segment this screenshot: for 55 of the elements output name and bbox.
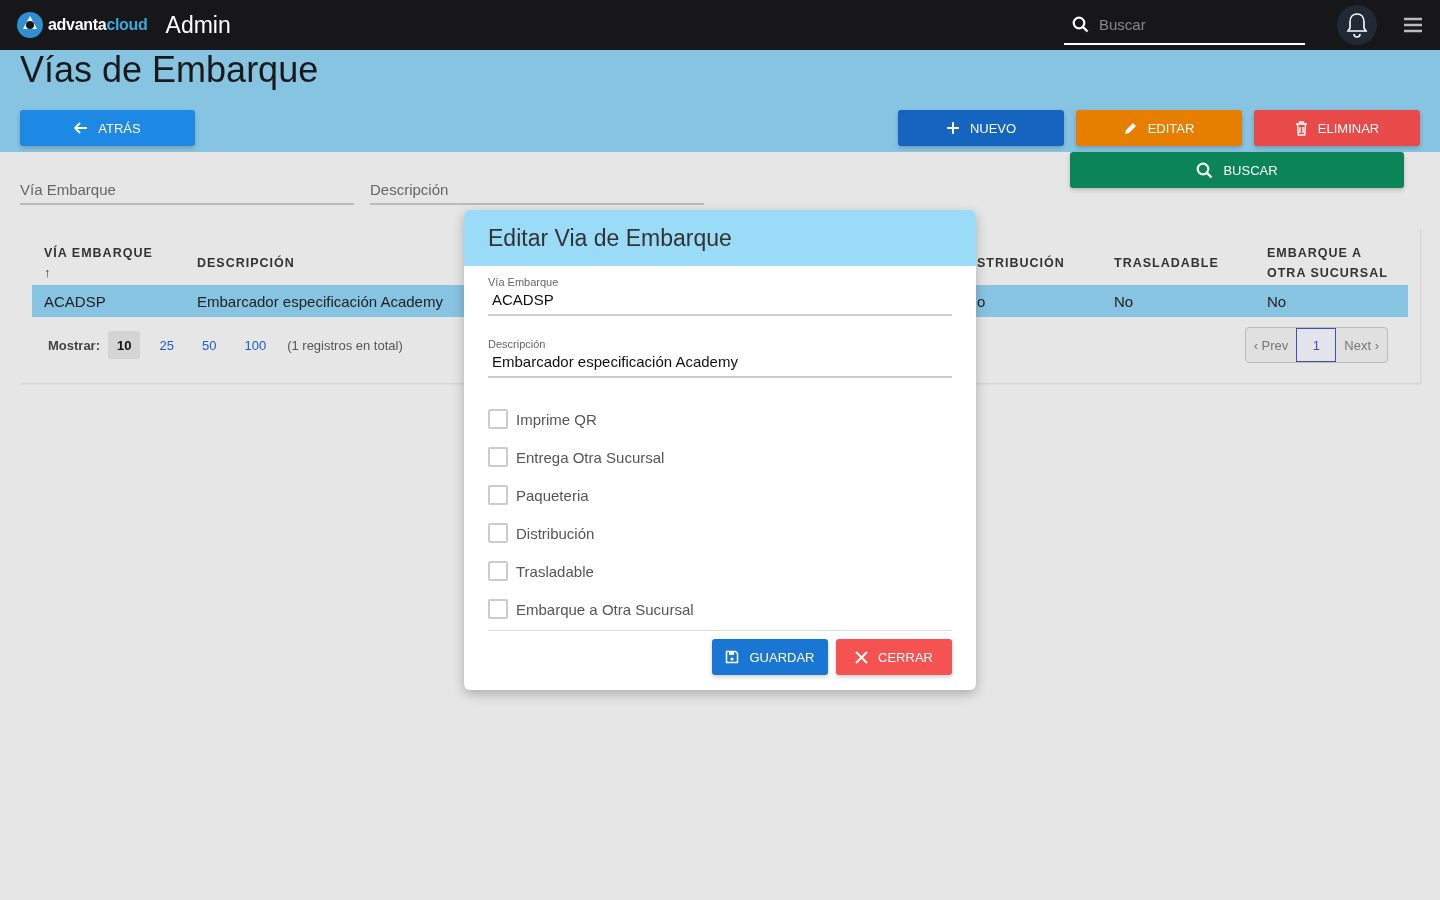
record-count: (1 registros en total) (287, 337, 403, 353)
filter-field[interactable]: Descripción (370, 178, 704, 205)
checkbox-label[interactable]: Imprime QR (516, 410, 597, 428)
page-size-option[interactable]: 50 (192, 331, 226, 359)
page-size-option[interactable]: 100 (235, 331, 276, 359)
bell-icon (1345, 12, 1369, 38)
page-button[interactable]: 1 (1296, 328, 1337, 362)
trash-icon (1294, 120, 1308, 136)
brand-name: advantacloud (48, 16, 148, 34)
field-label: Descripción (488, 338, 546, 350)
notifications-button[interactable] (1337, 5, 1377, 45)
new-button[interactable]: NUEVO (898, 110, 1064, 146)
dialog-title: Editar Via de Embarque (464, 210, 976, 266)
checkbox[interactable] (488, 447, 508, 467)
cloud-logo-icon (16, 11, 44, 39)
page-size-option[interactable]: 10 (108, 331, 141, 359)
checkbox-label[interactable]: Trasladable (516, 562, 594, 580)
menu-icon[interactable] (1404, 17, 1422, 33)
delete-button[interactable]: ELIMINAR (1254, 110, 1420, 146)
checkbox[interactable] (488, 523, 508, 543)
checkbox-label[interactable]: Embarque a Otra Sucursal (516, 600, 694, 618)
search-field[interactable]: Buscar (1097, 14, 1291, 34)
table-cell-text: Embarcador especificación Academy (196, 291, 444, 312)
table-cell-text: o (976, 291, 987, 312)
search-icon (1196, 161, 1214, 179)
page-size-option[interactable]: 25 (150, 331, 183, 359)
checkbox-label[interactable]: Paqueteria (516, 486, 589, 504)
column-header[interactable]: EMBARQUE A OTRA SUCURSAL (1255, 228, 1408, 285)
prev-page-button[interactable]: ‹ Prev (1245, 328, 1297, 362)
table-cell-text: ACADSP (43, 291, 107, 312)
arrow-left-icon (74, 122, 89, 134)
plus-icon (945, 121, 960, 135)
table-cell-text: No (1113, 291, 1135, 312)
checkbox[interactable] (488, 561, 508, 581)
column-header[interactable]: TRASLADABLE (1102, 228, 1255, 285)
column-header[interactable]: DESCRIPCIÓN (185, 228, 452, 285)
back-button[interactable]: ATRÁS (20, 110, 195, 146)
checkbox-label[interactable]: Entrega Otra Sucursal (516, 448, 665, 466)
close-icon (855, 650, 869, 664)
checkbox[interactable] (488, 485, 508, 505)
pencil-icon (1123, 121, 1138, 135)
checkbox[interactable] (488, 599, 508, 619)
field-label: Vía Embarque (488, 276, 559, 288)
page-size-label: Mostrar: (48, 337, 100, 353)
column-header[interactable]: VÍA EMBARQUE ↑ (32, 228, 185, 285)
checkbox[interactable] (488, 409, 508, 429)
checkbox-label[interactable]: Distribución (516, 524, 595, 542)
search-button[interactable]: BUSCAR (1070, 152, 1404, 188)
filter-field[interactable]: Vía Embarque (20, 178, 354, 205)
save-button[interactable]: GUARDAR (712, 639, 828, 675)
section-title: Admin (165, 11, 231, 39)
next-page-button[interactable]: Next › (1336, 328, 1387, 362)
table-cell-text: No (1266, 291, 1288, 312)
page-title: Vías de Embarque (20, 50, 320, 90)
search-icon (1072, 15, 1089, 33)
